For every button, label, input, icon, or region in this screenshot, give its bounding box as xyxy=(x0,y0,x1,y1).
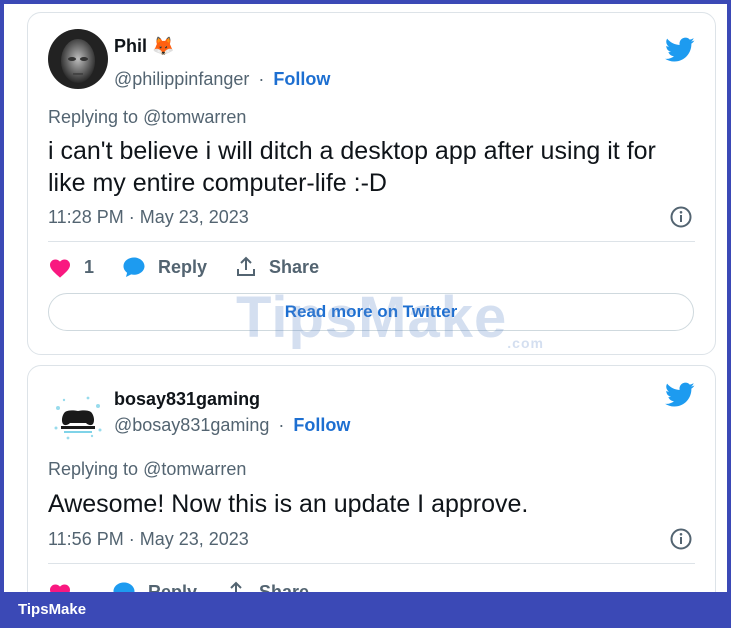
divider xyxy=(48,241,695,242)
avatar[interactable] xyxy=(48,388,108,448)
timestamp[interactable]: 11:56 PM · May 23, 2023 xyxy=(48,529,249,550)
follow-link[interactable]: Follow xyxy=(293,415,350,435)
handle-line: @philippinfanger · Follow xyxy=(114,69,330,90)
follow-link[interactable]: Follow xyxy=(273,69,330,89)
display-name-text[interactable]: Phil xyxy=(114,36,147,56)
action-bar: 1 Reply Share xyxy=(48,253,347,281)
share-icon xyxy=(237,256,256,276)
replying-prefix: Replying to xyxy=(48,459,139,479)
reply-label: Reply xyxy=(158,256,208,277)
tweet-card: Phil 🦊 @philippinfanger · Follow Replyin… xyxy=(27,12,716,355)
handle-line: @bosay831gaming · Follow xyxy=(114,415,350,436)
embed-frame: Phil 🦊 @philippinfanger · Follow Replyin… xyxy=(4,4,727,592)
avatar[interactable] xyxy=(48,29,108,89)
display-name-text[interactable]: bosay831gaming xyxy=(114,389,260,409)
display-name[interactable]: Phil 🦊 xyxy=(114,36,174,57)
reply-bubble-icon xyxy=(113,582,135,592)
info-icon[interactable] xyxy=(669,527,693,551)
replying-to: Replying to @tomwarren xyxy=(48,459,246,480)
display-name[interactable]: bosay831gaming xyxy=(114,389,260,410)
replying-handle[interactable]: @tomwarren xyxy=(143,459,246,479)
reply-button[interactable]: Reply xyxy=(112,581,197,592)
twitter-bird-icon[interactable] xyxy=(665,382,695,408)
share-icon xyxy=(230,581,242,592)
like-count: 1 xyxy=(84,256,95,277)
brand-logo: TipsMake xyxy=(18,601,87,618)
reply-button[interactable]: Reply xyxy=(122,256,207,278)
share-button[interactable]: Share xyxy=(235,256,319,278)
tweet-text: Awesome! Now this is an update I approve… xyxy=(48,490,529,518)
heart-icon xyxy=(50,259,70,278)
share-label: Share xyxy=(269,256,320,277)
separator: · xyxy=(278,415,285,435)
fox-emoji: 🦊 xyxy=(152,36,175,56)
replying-to: Replying to @tomwarren xyxy=(48,107,246,128)
reply-label: Reply xyxy=(148,581,198,593)
twitter-bird-icon[interactable] xyxy=(665,37,695,63)
replying-handle[interactable]: @tomwarren xyxy=(143,107,246,127)
divider xyxy=(48,563,695,564)
separator: · xyxy=(258,69,265,89)
user-handle[interactable]: @bosay831gaming xyxy=(114,415,269,435)
read-more-button[interactable]: Read more on Twitter xyxy=(48,293,694,331)
reply-bubble-icon xyxy=(123,257,145,277)
info-icon[interactable] xyxy=(669,205,693,229)
share-label: Share xyxy=(259,581,310,593)
action-bar: Reply Share xyxy=(48,578,337,592)
share-button[interactable]: Share xyxy=(225,581,309,592)
like-button[interactable] xyxy=(48,581,84,592)
tweet-text: i can't believe i will ditch a desktop a… xyxy=(48,137,656,197)
replying-prefix: Replying to xyxy=(48,107,139,127)
heart-icon xyxy=(50,584,70,592)
user-handle[interactable]: @philippinfanger xyxy=(114,69,249,89)
timestamp[interactable]: 11:28 PM · May 23, 2023 xyxy=(48,207,249,228)
footer-bar: TipsMake xyxy=(0,592,731,628)
tweet-card: bosay831gaming @bosay831gaming · Follow … xyxy=(27,365,716,592)
like-button[interactable]: 1 xyxy=(48,256,94,278)
